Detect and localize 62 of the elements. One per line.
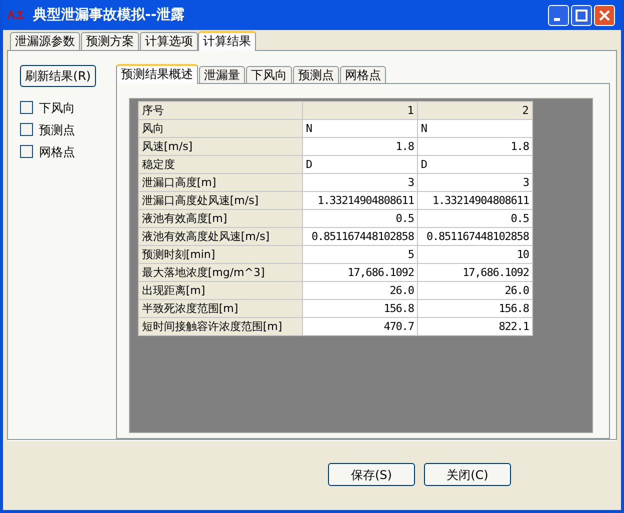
table-cell: 10 xyxy=(418,246,533,264)
close-dialog-button[interactable]: 关闭(C) xyxy=(424,463,511,486)
checkbox[interactable] xyxy=(20,101,33,114)
checkbox-label: 预测点 xyxy=(39,122,75,138)
checkbox[interactable] xyxy=(20,145,33,158)
table-cell: 0.851167448102858 xyxy=(302,228,418,246)
table-cell: D xyxy=(418,156,533,174)
app-logo-icon xyxy=(7,10,25,20)
table-cell: 1.33214904808611 xyxy=(418,192,533,210)
checkbox[interactable] xyxy=(20,123,33,136)
tab[interactable]: 泄漏源参数 xyxy=(10,32,80,50)
table-cell: D xyxy=(302,156,418,174)
tab[interactable]: 计算结果 xyxy=(198,31,256,51)
table-cell: N xyxy=(302,120,418,138)
row-header: 泄漏口高度处风速[m/s] xyxy=(138,192,303,210)
table-cell: 822.1 xyxy=(418,318,533,336)
tab[interactable]: 泄漏量 xyxy=(198,66,245,83)
close-button[interactable] xyxy=(594,4,615,26)
save-button[interactable]: 保存(S) xyxy=(328,463,415,486)
row-header: 预测时刻[min] xyxy=(138,246,303,264)
table-cell: 0.5 xyxy=(418,210,533,228)
table-cell: 5 xyxy=(302,246,418,264)
maximize-icon xyxy=(575,8,588,22)
table-cell: 0.851167448102858 xyxy=(418,228,533,246)
tab[interactable]: 预测结果概述 xyxy=(116,64,198,84)
table-cell: 156.8 xyxy=(418,300,533,318)
tab[interactable]: 预测方案 xyxy=(81,32,139,50)
table-cell: 26.0 xyxy=(418,282,533,300)
tab[interactable]: 下风向 xyxy=(246,66,292,83)
table-cell: 17,686.1092 xyxy=(418,264,533,282)
table-cell: 470.7 xyxy=(302,318,418,336)
table-cell: 156.8 xyxy=(302,300,418,318)
minimize-button[interactable] xyxy=(548,4,569,26)
row-header: 短时间接触容许浓度范围[m] xyxy=(138,318,303,336)
row-header: 风速[m/s] xyxy=(138,138,303,156)
table-cell: 17,686.1092 xyxy=(302,264,418,282)
table-cell: 3 xyxy=(302,174,418,192)
table-cell: 0.5 xyxy=(302,210,418,228)
row-header: 稳定度 xyxy=(138,156,303,174)
table-cell: 26.0 xyxy=(302,282,418,300)
checkbox-label: 下风向 xyxy=(39,100,75,116)
row-header: 最大落地浓度[mg/m^3] xyxy=(138,264,303,282)
table-cell: 3 xyxy=(418,174,533,192)
window-title: 典型泄漏事故模拟--泄露 xyxy=(33,6,185,24)
row-header: 泄漏口高度[m] xyxy=(138,174,303,192)
row-header: 液池有效高度处风速[m/s] xyxy=(138,228,303,246)
row-header: 半致死浓度范围[m] xyxy=(138,300,303,318)
checkbox-label: 网格点 xyxy=(39,144,75,160)
table-cell: 1.33214904808611 xyxy=(302,192,418,210)
table-cell: 1.8 xyxy=(418,138,533,156)
tab[interactable]: 预测点 xyxy=(292,66,339,83)
row-header: 风向 xyxy=(138,120,303,138)
refresh-button[interactable]: 刷新结果(R) xyxy=(20,65,96,87)
table-cell: 1.8 xyxy=(302,138,418,156)
close-icon xyxy=(598,8,611,22)
maximize-button[interactable] xyxy=(571,4,592,26)
table-cell: N xyxy=(418,120,533,138)
tab[interactable]: 网格点 xyxy=(340,66,386,83)
tab[interactable]: 计算选项 xyxy=(140,32,198,50)
row-header: 液池有效高度[m] xyxy=(138,210,303,228)
row-header: 出现距离[m] xyxy=(138,282,303,300)
minimize-icon xyxy=(554,18,560,20)
